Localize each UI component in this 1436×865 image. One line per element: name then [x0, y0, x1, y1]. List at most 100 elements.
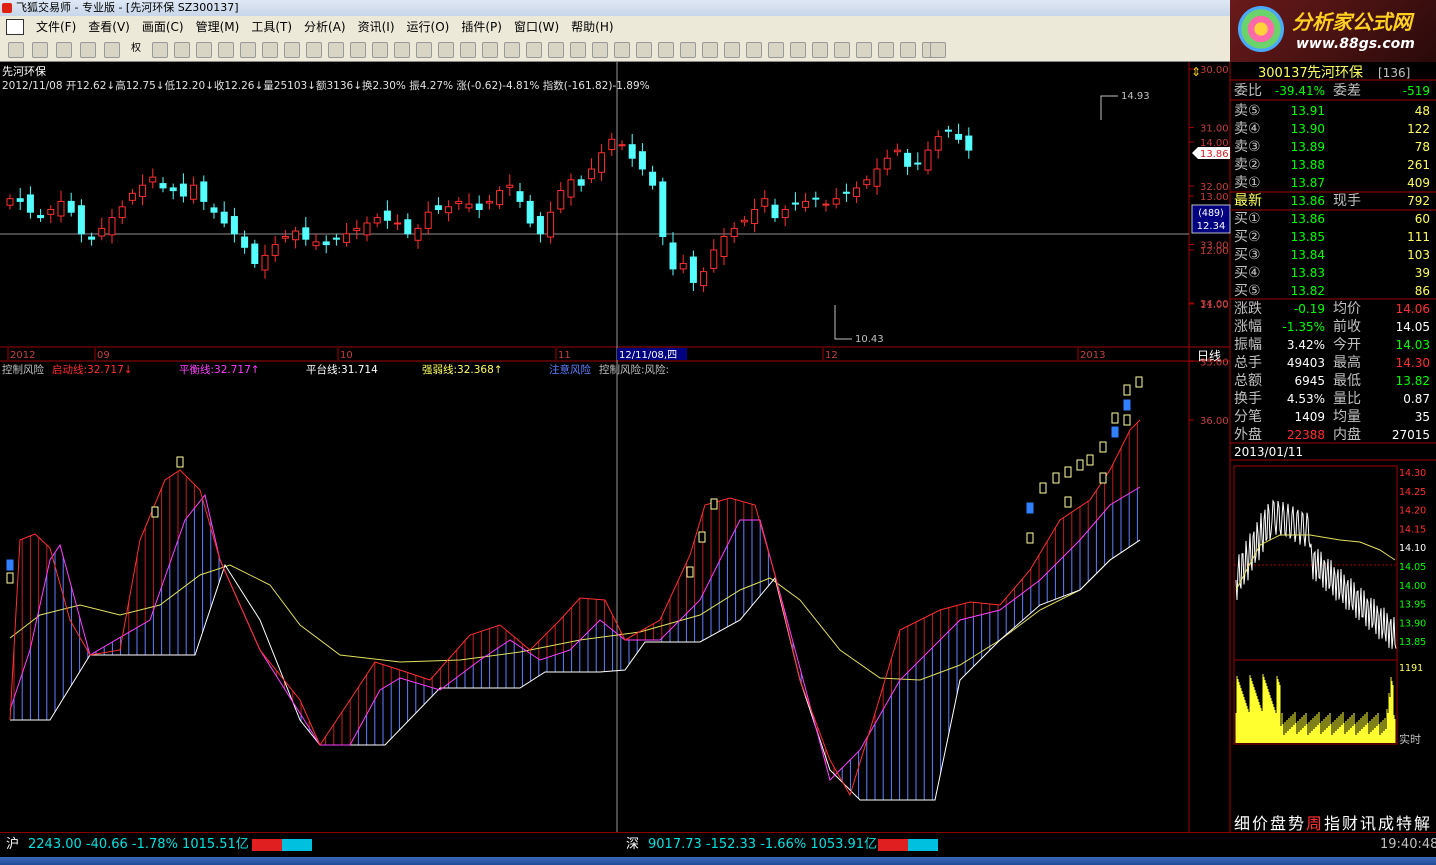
toolbar-rsi-icon[interactable]: [56, 42, 72, 58]
buy-vol: 86: [1415, 284, 1430, 298]
candle: [893, 143, 901, 157]
toolbar-grid16-icon[interactable]: [526, 42, 542, 58]
panel-tab-7[interactable]: 讯: [1360, 814, 1376, 832]
risk-marker: [176, 456, 184, 468]
toolbar-lock-icon[interactable]: [900, 42, 916, 58]
candle: [343, 223, 351, 247]
toolbar-arrow-icon[interactable]: [32, 42, 48, 58]
toolbar-hline-icon[interactable]: [680, 42, 696, 58]
menu-item-0[interactable]: 文件(F): [30, 16, 82, 38]
menu-item-10[interactable]: 帮助(H): [565, 16, 619, 38]
candle-body: [883, 157, 891, 170]
risk-marker: [1039, 482, 1047, 494]
indicator-tick: 31.00: [1200, 124, 1229, 135]
low-price-label: 10.43: [855, 334, 884, 345]
toolbar-grid13-icon[interactable]: [460, 42, 476, 58]
date-label: 12: [825, 350, 838, 361]
toolbar-grid1-icon[interactable]: [196, 42, 212, 58]
toolbar-grid20-icon[interactable]: [614, 42, 630, 58]
toolbar-grid7-icon[interactable]: [328, 42, 344, 58]
menu-item-5[interactable]: 分析(A): [298, 16, 352, 38]
buy-price: 13.85: [1291, 230, 1325, 244]
ad-banner[interactable]: 分析家公式网 www.88gs.com: [1230, 0, 1436, 62]
panel-tab-1[interactable]: 价: [1252, 814, 1268, 832]
toolbar-grid11-icon[interactable]: [416, 42, 432, 58]
toolbar-text-icon[interactable]: [834, 42, 850, 58]
toolbar-grid4-icon[interactable]: [262, 42, 278, 58]
sell-label: 卖③: [1234, 139, 1261, 155]
toolbar-grid8-icon[interactable]: [350, 42, 366, 58]
toolbar-grid14-icon[interactable]: [482, 42, 498, 58]
toolbar-grid3-icon[interactable]: [240, 42, 256, 58]
toolbar-grid17-icon[interactable]: [548, 42, 564, 58]
menu-item-4[interactable]: 工具(T): [245, 16, 298, 38]
toolbar: 权: [0, 38, 1230, 62]
panel-tab-4[interactable]: 周: [1306, 814, 1322, 832]
stat-value: 4.53%: [1287, 392, 1325, 406]
menu-item-7[interactable]: 运行(O): [401, 16, 456, 38]
menu-item-9[interactable]: 窗口(W): [508, 16, 565, 38]
panel-tab-6[interactable]: 财: [1342, 814, 1358, 832]
toolbar-line-icon[interactable]: [658, 42, 674, 58]
stat-label: 涨跌: [1234, 301, 1262, 317]
candle-body: [241, 236, 249, 248]
toolbar-grid15-icon[interactable]: [504, 42, 520, 58]
stock-name-label: 先河环保: [2, 64, 46, 78]
menu-item-3[interactable]: 管理(M): [190, 16, 246, 38]
toolbar-grid6-icon[interactable]: [306, 42, 322, 58]
toolbar-erase-icon[interactable]: [878, 42, 894, 58]
toolbar-copy-icon[interactable]: [856, 42, 872, 58]
menu-item-8[interactable]: 插件(P): [455, 16, 508, 38]
toolbar-ellipse-icon[interactable]: [812, 42, 828, 58]
panel-tab-10[interactable]: 解: [1414, 814, 1430, 832]
candle-body: [893, 149, 901, 153]
toolbar-vline-icon[interactable]: [702, 42, 718, 58]
candle-body: [587, 168, 595, 180]
mini-tick: 14.00: [1399, 581, 1426, 592]
menu-item-2[interactable]: 画面(C): [136, 16, 190, 38]
chart-window-icon[interactable]: [6, 19, 24, 35]
candle: [618, 140, 626, 151]
candle: [57, 190, 65, 223]
toolbar-draw2-icon[interactable]: [174, 42, 190, 58]
candle-body: [230, 216, 238, 235]
toolbar-add-icon[interactable]: [80, 42, 96, 58]
toolbar-grid12-icon[interactable]: [438, 42, 454, 58]
panel-tab-8[interactable]: 成: [1378, 814, 1394, 832]
candle-body: [210, 207, 218, 213]
toolbar-remove-icon[interactable]: [104, 42, 120, 58]
toolbar-rect-icon[interactable]: [790, 42, 806, 58]
toolbar-save-icon[interactable]: [930, 42, 946, 58]
stat-value: 14.06: [1396, 302, 1430, 316]
toolbar-cursor-icon[interactable]: [636, 42, 652, 58]
toolbar-draw1-icon[interactable]: [152, 42, 168, 58]
toolbar-grid18-icon[interactable]: [570, 42, 586, 58]
toolbar-quan-icon[interactable]: 权: [128, 42, 144, 58]
toolbar-channel-icon[interactable]: [746, 42, 762, 58]
panel-tab-2[interactable]: 盘: [1270, 814, 1286, 832]
candle-body: [37, 214, 45, 219]
toolbar-gann-icon[interactable]: [768, 42, 784, 58]
candle-body: [6, 198, 14, 206]
candle: [373, 213, 381, 228]
toolbar-grid2-icon[interactable]: [218, 42, 234, 58]
toolbar-grid10-icon[interactable]: [394, 42, 410, 58]
stat-label: 量比: [1333, 391, 1361, 407]
toolbar-open-icon[interactable]: [8, 42, 24, 58]
risk-marker: [686, 566, 694, 578]
toolbar-grid9-icon[interactable]: [372, 42, 388, 58]
toolbar-grid5-icon[interactable]: [284, 42, 300, 58]
candle-body: [465, 203, 473, 209]
candle: [567, 173, 575, 206]
toolbar-grid19-icon[interactable]: [592, 42, 608, 58]
menu-item-6[interactable]: 资讯(I): [352, 16, 401, 38]
panel-tab-5[interactable]: 指: [1324, 814, 1340, 832]
chart-area[interactable]: 先河环保2012/11/08 开12.62↓高12.75↓低12.20↓收12.…: [0, 62, 1436, 832]
menu-item-1[interactable]: 查看(V): [82, 16, 136, 38]
panel-tab-0[interactable]: 细: [1234, 814, 1250, 832]
panel-tab-3[interactable]: 势: [1288, 814, 1304, 832]
date-label: 2012: [10, 350, 35, 361]
panel-tab-9[interactable]: 特: [1396, 814, 1412, 832]
toolbar-fan-icon[interactable]: [724, 42, 740, 58]
latest-label: 最新: [1234, 193, 1262, 209]
